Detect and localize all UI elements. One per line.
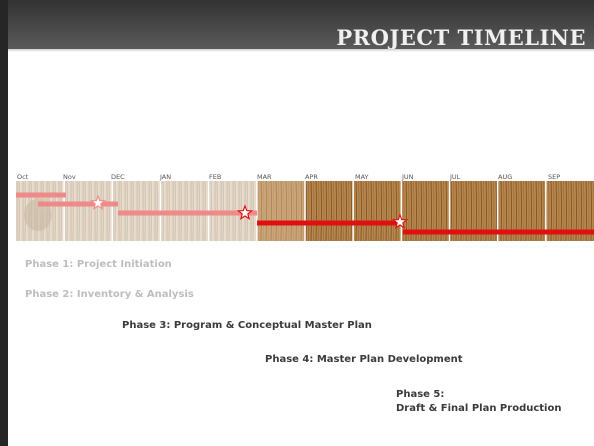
phase-1-bar [16,192,66,198]
month-label-jun: JUN [401,173,414,181]
month-label-aug: AUG [498,173,512,181]
phase-2-label: Phase 2: Inventory & Analysis [25,289,194,300]
month-label-dec: DEC [111,173,125,181]
month-label-sep: SEP [548,173,560,181]
month-column-may [353,181,402,241]
month-column-apr [305,181,354,241]
phase-4-label: Phase 4: Master Plan Development [265,354,463,365]
phase-3-label: Phase 3: Program & Conceptual Master Pla… [122,320,372,331]
month-labels: Oct Nov DEC JAN FEB MAR APR MAY JUN JUL AUG SEP [17,173,560,181]
phase-1-label: Phase 1: Project Initiation [25,259,172,270]
month-label-feb: FEB [209,173,221,181]
phase-3-bar [118,210,257,216]
month-column-mar [256,181,305,241]
phase-5-label-line2: Draft & Final Plan Production [396,403,562,414]
phase-4-bar [257,220,403,226]
month-label-nov: Nov [63,173,76,181]
month-label-apr: APR [305,173,318,181]
month-label-jul: JUL [449,173,461,181]
phase-5-bar [403,229,594,235]
slide: PROJECT TIMELINE Oct Nov DEC JAN FEB MAR… [0,0,594,446]
timeline: Oct Nov DEC JAN FEB MAR APR MAY JUN JUL AUG SEP [16,173,594,241]
month-column-nov [64,181,113,241]
phase-2-bar [38,201,118,207]
month-label-oct: Oct [17,173,29,181]
month-label-mar: MAR [257,173,272,181]
phase-5-label-line1: Phase 5: [396,389,445,400]
month-label-jan: JAN [159,173,171,181]
month-label-may: MAY [355,173,369,181]
